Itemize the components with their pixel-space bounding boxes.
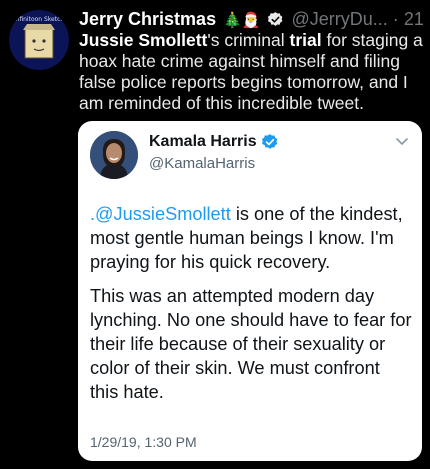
text-bold-name: Jussie Smollett [79, 30, 208, 50]
quoted-author-handle[interactable]: @KamalaHarris [149, 155, 255, 172]
quoted-tweet-text: .@JussieSmollett is one of the kindest, … [90, 202, 412, 414]
author-name[interactable]: Jerry Christmas [79, 9, 216, 29]
separator-dot: · [392, 9, 399, 29]
tweet-text: Jussie Smollett's criminal trial for sta… [79, 30, 424, 114]
verified-icon [268, 12, 283, 26]
quoted-author-avatar[interactable] [90, 131, 138, 179]
mention-link[interactable]: .@JussieSmollett [90, 204, 231, 224]
quoted-paragraph-1: .@JussieSmollett is one of the kindest, … [90, 202, 412, 274]
tweet-time[interactable]: 21h [404, 9, 424, 29]
name-emojis: 🎄🎅 [223, 12, 261, 29]
author-handle[interactable]: @JerryDu... [291, 9, 387, 29]
avatar-drawing-icon [23, 24, 55, 59]
portrait-icon [90, 131, 138, 179]
text-part1: 's criminal [207, 30, 290, 50]
chevron-down-icon[interactable] [394, 133, 410, 149]
tweet-header: Jerry Christmas 🎄🎅 @JerryDu... · 21h [79, 8, 424, 30]
quoted-tweet-card[interactable]: Kamala Harris @KamalaHarris .@JussieSmol… [78, 121, 422, 461]
author-avatar[interactable]: Infinitoon Sketch [9, 10, 69, 70]
quoted-author-name-row[interactable]: Kamala Harris [149, 133, 279, 151]
verified-icon [261, 134, 277, 149]
quoted-timestamp[interactable]: 1/29/19, 1:30 PM [90, 434, 197, 450]
text-bold-trial: trial [289, 30, 322, 50]
quoted-paragraph-2: This was an attempted modern day lynchin… [90, 286, 412, 402]
quoted-author-name: Kamala Harris [149, 133, 257, 150]
